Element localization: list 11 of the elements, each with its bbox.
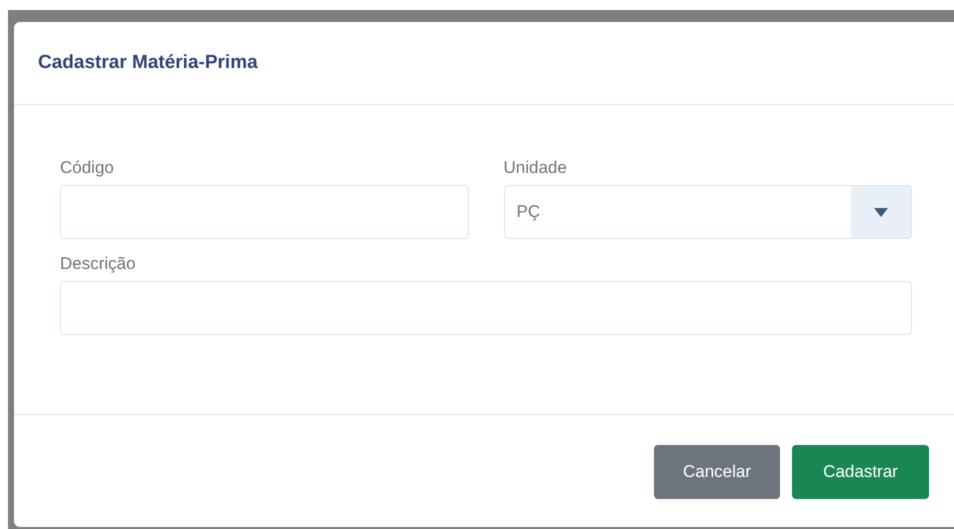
dialog-title: Cadastrar Matéria-Prima (38, 50, 258, 75)
field-label: Descrição (60, 253, 137, 275)
input-field[interactable] (60, 281, 912, 335)
caret-down-icon (874, 208, 888, 216)
field-label: Código (60, 157, 115, 179)
submit-button[interactable]: Cadastrar (792, 445, 929, 499)
cancel-button[interactable]: Cancelar (654, 445, 780, 499)
unit-select[interactable]: PÇ (504, 185, 912, 239)
select-value: PÇ (516, 201, 542, 224)
field-label: Unidade (504, 157, 568, 179)
input-field[interactable] (60, 185, 468, 239)
